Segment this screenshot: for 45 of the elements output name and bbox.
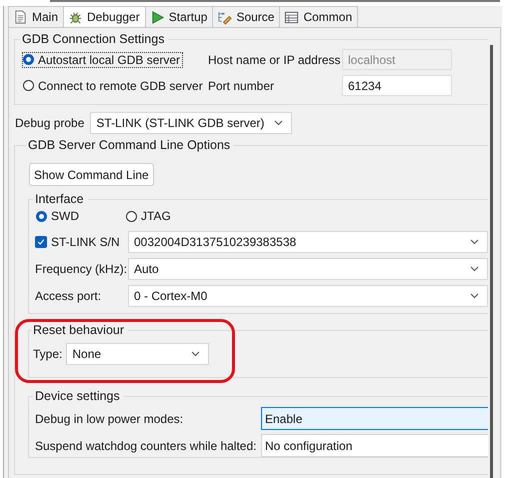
document-icon [13,10,28,24]
group-title: Device settings [34,389,121,403]
caret-icon [470,293,480,299]
dropdown[interactable]: Enable [261,407,488,430]
group-title: Interface [34,192,85,206]
source-icon [217,10,232,24]
dropdown[interactable]: 0032004D3137510239383538 [128,231,488,253]
field-label: Debug in low power modes: [35,412,184,426]
caret-icon [191,351,200,357]
radio-button[interactable]: JTAG [125,208,215,224]
field-label: Host name or IP address [208,52,342,66]
input-field: localhost [342,49,452,70]
caret-icon [470,239,480,245]
field-label: Suspend watchdog counters while halted: [35,438,258,452]
dropdown[interactable]: None [66,343,210,365]
dropdown[interactable]: Auto [128,258,488,280]
radio-button[interactable]: Autostart local GDB server [22,52,184,68]
bug-icon [68,10,84,24]
tab[interactable]: Common [279,6,358,27]
field-label: Access port: [35,289,102,303]
tab[interactable]: Debugger [63,6,146,27]
play-icon [150,10,165,24]
scrollbar-thumb[interactable] [490,45,494,478]
dropdown[interactable]: No configuration [261,434,488,457]
tab[interactable]: Startup [144,6,214,27]
field-label: Type: [33,347,62,361]
group-title: GDB Connection Settings [21,32,166,46]
group-title: Reset behaviour [32,323,126,337]
field-label: Port number [208,78,276,92]
dropdown[interactable]: 0 - Cortex-M0 [128,285,488,307]
check-icon [37,238,45,246]
input-field[interactable]: 61234 [342,75,452,96]
group-title: GDB Server Command Line Options [27,138,232,152]
tab[interactable]: Source [212,6,280,27]
show-command-line-button[interactable]: Show Command Line [29,163,154,186]
caret-icon [470,266,480,272]
checkbox[interactable]: ST-LINK S/N [35,235,128,249]
field-label: Frequency (kHz): [35,262,128,276]
dropdown[interactable]: ST-LINK (ST-LINK GDB server) [90,112,292,134]
field-label: Debug probe [15,116,84,130]
radio-button[interactable]: SWD [35,208,125,224]
table-icon [284,10,300,24]
tab[interactable]: Main [8,6,64,27]
radio-button[interactable]: Connect to remote GDB server [22,78,206,94]
caret-icon [274,120,284,126]
